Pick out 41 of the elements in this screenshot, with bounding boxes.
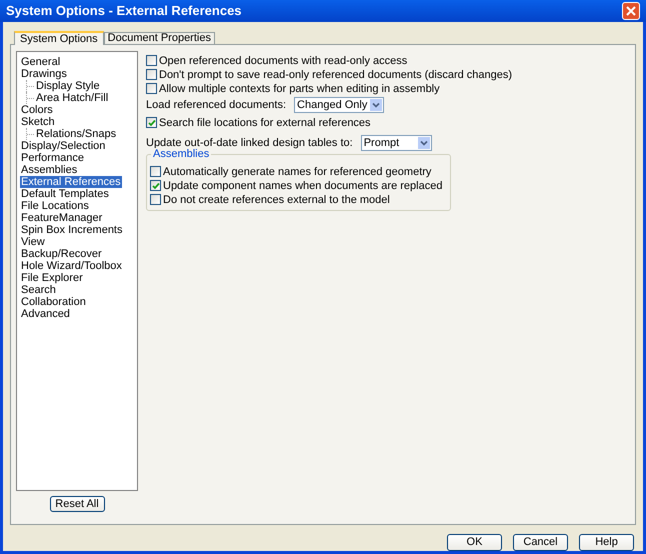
checkbox-label: Allow multiple contexts for parts when editing in assembly	[159, 82, 440, 94]
tab[interactable]: Document Properties	[104, 32, 215, 44]
checkbox-label: Automatically generate names for referenced geometry	[163, 166, 432, 178]
tree-item[interactable]: Relations/Snaps	[35, 128, 118, 140]
tree-item[interactable]: Area Hatch/Fill	[35, 92, 110, 104]
group-title: Assemblies	[151, 148, 212, 160]
dropdown-label: Load referenced documents:	[146, 98, 286, 113]
tree-item[interactable]: Advanced	[20, 308, 71, 320]
dropdown[interactable]: Changed Only	[294, 97, 384, 113]
tree-item[interactable]: External References	[20, 176, 122, 188]
checkbox-label: Open referenced documents with read-only access	[159, 54, 408, 66]
tree-item[interactable]: General	[20, 56, 62, 68]
tree-item[interactable]: Sketch	[20, 116, 56, 128]
reset-all-button[interactable]: Reset All	[50, 496, 104, 512]
checkbox-label: Don't prompt to save read-only referenced documents (discard changes)	[159, 68, 512, 80]
tree-item[interactable]: Hole Wizard/Toolbox	[20, 260, 123, 272]
tree-item[interactable]: Performance	[20, 152, 85, 164]
tree-item[interactable]: Backup/Recover	[20, 248, 103, 260]
dialog-button[interactable]: Cancel	[513, 534, 568, 551]
checkbox-label: Update component names when documents are replaced	[163, 180, 442, 192]
tree-item[interactable]: Search	[20, 284, 57, 296]
tab[interactable]: System Options	[14, 31, 104, 45]
checkbox-label: Do not create references external to the model	[163, 194, 390, 206]
checkbox-label: Search file locations for external references	[159, 116, 371, 128]
dropdown-label: Update out-of-date linked design tables to:	[146, 136, 353, 149]
tree-item[interactable]: Default Templates	[20, 188, 110, 200]
tree-item[interactable]: FeatureManager	[20, 212, 104, 224]
tree-item[interactable]: Assemblies	[20, 164, 78, 176]
dropdown[interactable]: Prompt	[360, 135, 432, 151]
tree-item[interactable]: Display/Selection	[20, 140, 106, 152]
tree-item[interactable]: Drawings	[20, 68, 68, 80]
window-title: System Options - External References	[6, 2, 243, 20]
dialog-button[interactable]: Help	[579, 534, 634, 551]
tree-item[interactable]: Spin Box Increments	[20, 224, 124, 236]
tree-item[interactable]: File Explorer	[20, 272, 84, 284]
tree-item[interactable]: Collaboration	[20, 296, 87, 308]
tree-item[interactable]: Colors	[20, 104, 54, 116]
tree-item[interactable]: File Locations	[20, 200, 90, 212]
tree-item[interactable]: Display Style	[35, 80, 101, 92]
dialog-button[interactable]: OK	[447, 534, 502, 551]
tree-item[interactable]: View	[20, 236, 46, 248]
